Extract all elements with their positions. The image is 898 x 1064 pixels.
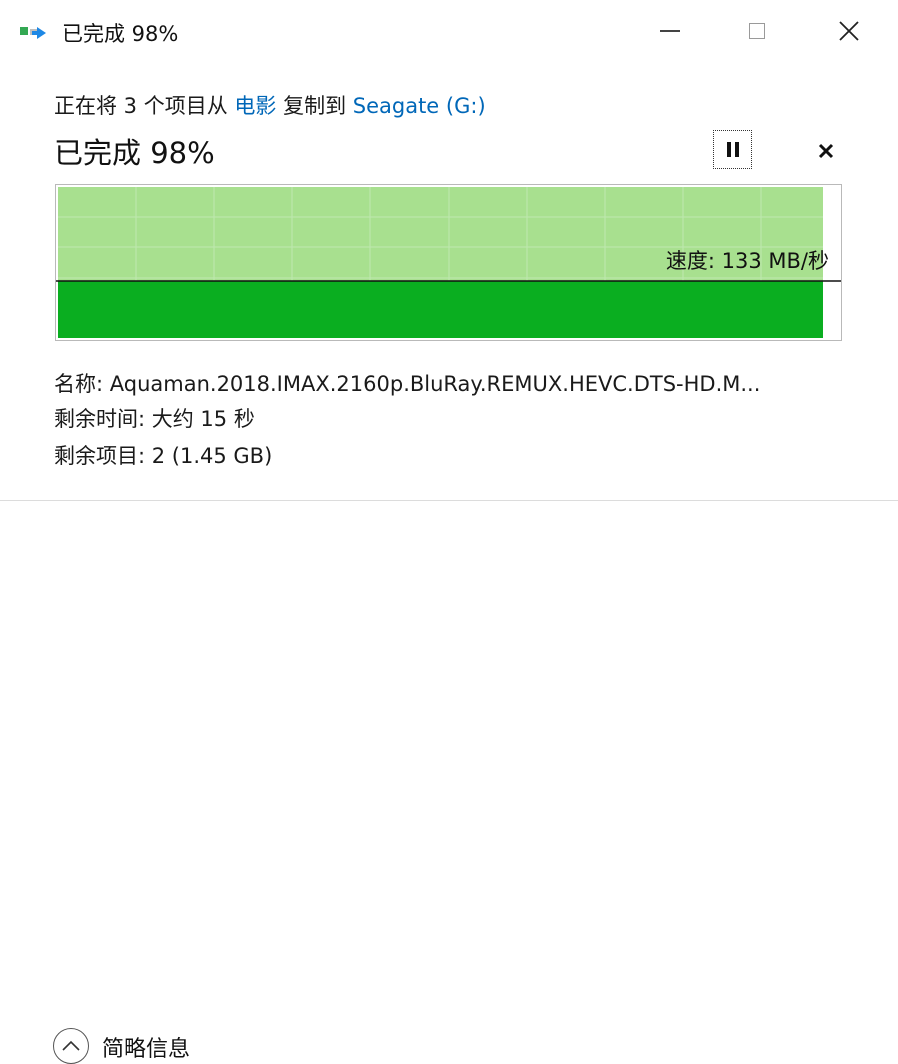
transfer-speed-graph: 速度: 133 MB/秒: [55, 184, 842, 341]
pause-button[interactable]: [713, 130, 752, 169]
fewer-details-toggle[interactable]: [53, 1028, 89, 1064]
time-remaining: 剩余时间: 大约 15 秒: [54, 407, 255, 431]
file-name: 名称: Aquaman.2018.IMAX.2160p.BluRay.REMUX…: [54, 372, 761, 396]
progress-status: 已完成 98%: [54, 136, 215, 170]
title-bar: 已完成 98%: [0, 0, 898, 62]
close-icon: [839, 21, 859, 41]
close-window-button[interactable]: [820, 10, 878, 52]
cancel-copy-button[interactable]: [808, 133, 844, 169]
copy-middle-text: 复制到: [276, 94, 353, 118]
speed-label: 速度: 133 MB/秒: [665, 249, 829, 273]
cancel-icon: [818, 143, 834, 159]
maximize-icon: [749, 23, 765, 39]
minimize-icon: [660, 30, 680, 32]
copy-description: 正在将 3 个项目从 电影 复制到 Seagate (G:): [54, 90, 486, 120]
dialog-footer: 简略信息: [0, 501, 898, 1064]
source-folder-link[interactable]: 电影: [234, 94, 276, 118]
minimize-button[interactable]: [641, 10, 699, 52]
copy-prefix-text: 正在将 3 个项目从: [54, 94, 235, 118]
destination-drive-link[interactable]: Seagate (G:): [353, 94, 486, 118]
fewer-details-label[interactable]: 简略信息: [102, 1031, 190, 1063]
speed-history-fill: [58, 281, 823, 338]
chevron-up-icon: [62, 1040, 80, 1051]
items-remaining: 剩余项目: 2 (1.45 GB): [54, 444, 273, 468]
copy-files-icon: [20, 22, 50, 44]
window-title: 已完成 98%: [62, 22, 179, 46]
pause-icon: [726, 142, 731, 157]
pause-icon-bar: [734, 142, 739, 157]
maximize-button[interactable]: [728, 10, 786, 52]
